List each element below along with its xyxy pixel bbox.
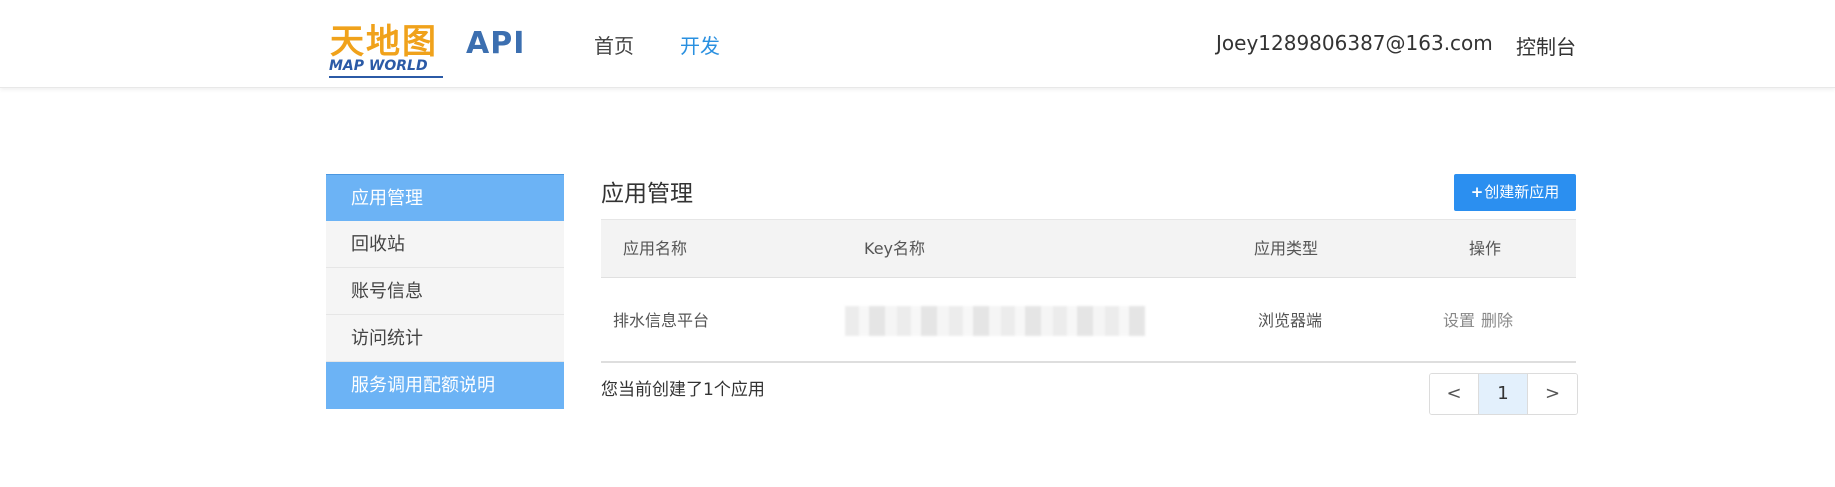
nav-develop-link[interactable]: 开发: [680, 30, 720, 59]
app-type-cell: 浏览器端: [1258, 311, 1323, 330]
page-title: 应用管理: [601, 181, 693, 207]
sidebar-item-recycle-bin[interactable]: 回收站: [326, 221, 564, 268]
column-header-key-name: Key名称: [864, 239, 926, 258]
column-header-app-type: 应用类型: [1254, 239, 1319, 258]
table-header: 应用名称 Key名称 应用类型 操作: [601, 219, 1576, 278]
sidebar-item-account-info[interactable]: 账号信息: [326, 268, 564, 315]
create-app-button-label: 创建新应用: [1484, 183, 1560, 201]
next-page-button[interactable]: >: [1528, 374, 1577, 414]
mapworld-logo[interactable]: 天地图 MAP WORLD: [326, 14, 448, 80]
key-value-blurred: [845, 306, 1145, 336]
console-link[interactable]: 控制台: [1516, 31, 1576, 60]
top-header: 天地图 MAP WORLD API 首页 开发 Joey1289806387@1…: [0, 0, 1835, 88]
logo-english-text: MAP WORLD: [329, 58, 428, 74]
app-count-text: 您当前创建了1个应用: [601, 380, 765, 400]
user-account-link[interactable]: Joey1289806387@163.com: [1216, 31, 1493, 55]
logo-chinese-text: 天地图: [330, 22, 438, 62]
apps-table: 应用名称 Key名称 应用类型 操作 排水信息平台 浏览器端 设置 删除: [601, 219, 1576, 363]
nav-home-link[interactable]: 首页: [594, 30, 634, 59]
table-row: 排水信息平台 浏览器端 设置 删除: [601, 278, 1576, 363]
delete-link[interactable]: 删除: [1481, 278, 1513, 363]
logo-underline: [329, 76, 443, 78]
logo-api-text: API: [466, 26, 526, 61]
settings-link[interactable]: 设置: [1443, 278, 1475, 363]
create-app-button[interactable]: +创建新应用: [1454, 174, 1576, 211]
column-header-app-name: 应用名称: [623, 239, 688, 258]
app-name-cell: 排水信息平台: [613, 311, 710, 330]
column-header-actions: 操作: [1469, 239, 1502, 258]
sidebar-item-app-management[interactable]: 应用管理: [326, 174, 564, 221]
sidebar-item-access-stats[interactable]: 访问统计: [326, 315, 564, 362]
pagination: < 1 >: [1429, 373, 1578, 415]
plus-icon: +: [1470, 183, 1484, 201]
sidebar-item-quota-info[interactable]: 服务调用配额说明: [326, 362, 564, 409]
prev-page-button[interactable]: <: [1430, 374, 1479, 414]
page-1-button[interactable]: 1: [1479, 374, 1528, 414]
sidebar: 应用管理 回收站 账号信息 访问统计 服务调用配额说明: [326, 174, 564, 409]
